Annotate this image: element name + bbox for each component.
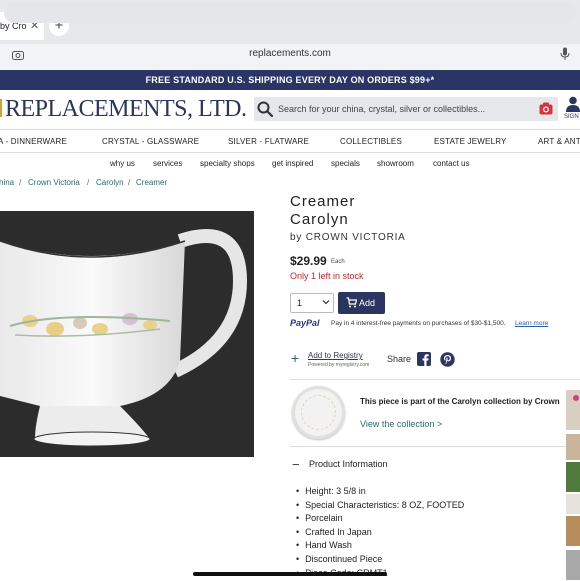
minus-icon[interactable]: − bbox=[292, 457, 300, 472]
subnav-contact-us[interactable]: contact us bbox=[433, 159, 469, 168]
mic-icon[interactable] bbox=[560, 47, 570, 61]
info-material: Porcelain bbox=[296, 513, 464, 527]
product-title-line2: Carolyn bbox=[290, 211, 349, 228]
price-unit: Each bbox=[331, 259, 345, 265]
product-information-list: Height: 3 5/8 in Special Characteristics… bbox=[296, 486, 464, 581]
subnav-showroom[interactable]: showroom bbox=[377, 159, 414, 168]
product-title-line1: Creamer bbox=[290, 193, 356, 210]
stock-status: Only 1 left in stock bbox=[290, 271, 364, 281]
category-art-antiques[interactable]: ART & ANTI bbox=[538, 137, 580, 146]
pinterest-icon[interactable] bbox=[440, 352, 455, 367]
info-special-characteristics: Special Characteristics: 8 OZ, FOOTED bbox=[296, 500, 464, 514]
share-label: Share bbox=[387, 354, 412, 364]
registry-powered-by: Powered by myregistry.com bbox=[308, 362, 370, 368]
search-icon[interactable] bbox=[256, 100, 274, 118]
category-crystal[interactable]: CRYSTAL - GLASSWARE bbox=[102, 137, 199, 146]
camera-icon[interactable] bbox=[539, 102, 553, 115]
breadcrumb-china[interactable]: hina bbox=[0, 178, 14, 187]
category-silver[interactable]: SILVER - FLATWARE bbox=[228, 137, 309, 146]
subnav-specials[interactable]: specials bbox=[331, 159, 360, 168]
search-input[interactable]: Search for your china, crystal, silver o… bbox=[278, 104, 485, 114]
logo-text: REPLACEMENTS, LTD. bbox=[5, 96, 247, 122]
paypal-learn-more-link[interactable]: Learn more bbox=[515, 320, 548, 327]
plate-rim-decoration bbox=[301, 395, 336, 430]
paypal-installments-text: Pay in 4 interest-free payments on purch… bbox=[331, 320, 506, 327]
info-height: Height: 3 5/8 in bbox=[296, 486, 464, 500]
url-text[interactable]: replacements.com bbox=[0, 48, 580, 59]
account-icon[interactable] bbox=[566, 96, 580, 112]
category-dinnerware[interactable]: A - DINNERWARE bbox=[0, 137, 67, 146]
site-logo[interactable]: REPLACEMENTS, LTD. bbox=[0, 96, 247, 123]
paypal-logo: PayPal bbox=[290, 318, 320, 328]
sign-in-label[interactable]: SIGN bbox=[564, 114, 579, 120]
facebook-icon[interactable] bbox=[417, 352, 431, 366]
breadcrumb-separator: / bbox=[87, 178, 90, 187]
collection-description: This piece is part of the Carolyn collec… bbox=[360, 397, 560, 406]
category-estate-jewelry[interactable]: ESTATE JEWELRY bbox=[434, 137, 507, 146]
info-origin: Crafted In Japan bbox=[296, 527, 464, 541]
breadcrumb-carolyn[interactable]: Carolyn bbox=[96, 178, 124, 187]
breadcrumb-separator: / bbox=[19, 178, 22, 187]
view-collection-link[interactable]: View the collection > bbox=[360, 419, 442, 429]
subnav-services[interactable]: services bbox=[153, 159, 182, 168]
subnav-why-us[interactable]: why us bbox=[110, 159, 135, 168]
home-indicator[interactable] bbox=[193, 572, 387, 576]
product-information-heading[interactable]: Product Information bbox=[309, 459, 388, 469]
add-button-label: Add bbox=[359, 298, 376, 308]
product-price: $29.99 bbox=[290, 254, 327, 268]
subnav-specialty-shops[interactable]: specialty shops bbox=[200, 159, 255, 168]
logo-mark bbox=[0, 99, 2, 117]
shipping-promo-banner[interactable]: FREE STANDARD U.S. SHIPPING EVERY DAY ON… bbox=[0, 70, 580, 90]
plus-icon[interactable]: + bbox=[291, 350, 299, 366]
breadcrumb-separator: / bbox=[128, 178, 131, 187]
chevron-down-icon bbox=[322, 300, 330, 305]
product-manufacturer[interactable]: by CROWN VICTORIA bbox=[290, 232, 406, 243]
add-to-registry-link[interactable]: Add to Registry bbox=[308, 351, 363, 360]
product-image[interactable] bbox=[0, 211, 254, 457]
side-thumbnail-strip[interactable] bbox=[566, 390, 580, 580]
cart-icon bbox=[346, 297, 357, 308]
breadcrumb-creamer[interactable]: Creamer bbox=[136, 178, 167, 187]
category-collectibles[interactable]: COLLECTIBLES bbox=[340, 137, 402, 146]
info-status: Discontinued Piece bbox=[296, 554, 464, 568]
info-care: Hand Wash bbox=[296, 540, 464, 554]
address-bar[interactable] bbox=[4, 2, 576, 23]
subnav-get-inspired[interactable]: get inspired bbox=[272, 159, 313, 168]
breadcrumb-crown-victoria[interactable]: Crown Victoria bbox=[28, 178, 80, 187]
